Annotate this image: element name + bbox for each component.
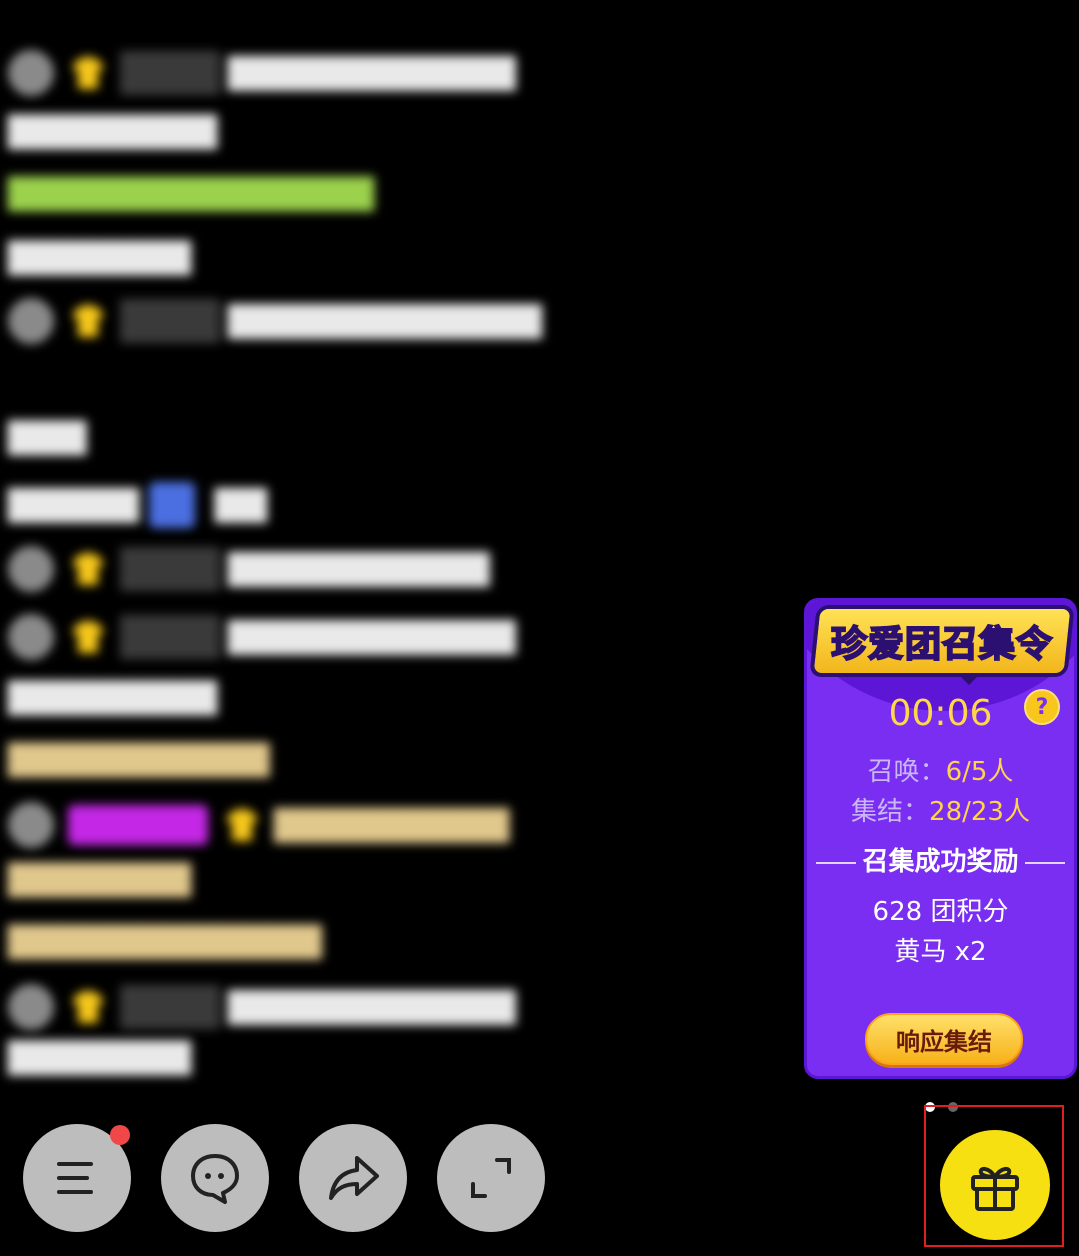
divider	[1024, 861, 1065, 864]
reward-item: 628 团积分	[872, 897, 1009, 927]
chat-message: ▇▇▇▇▇▇▇▇▇▇▇	[8, 984, 516, 1030]
blurred-username	[120, 51, 220, 95]
shirt-badge-icon	[68, 53, 108, 93]
shirt-badge-icon	[68, 549, 108, 589]
avatar	[8, 984, 54, 1030]
highlight-box	[924, 1105, 1064, 1247]
chat-message: ▇▇▇▇▇▇▇▇▇▇▇▇	[8, 920, 322, 960]
chat-message: ▇▇▇▇▇▇▇	[8, 858, 192, 898]
chat-message: ▇▇▇▇▇▇▇▇▇▇▇▇	[8, 298, 542, 344]
menu-icon	[57, 1162, 93, 1194]
chat-message: ▇▇▇	[8, 416, 87, 456]
avatar	[8, 614, 54, 660]
notification-dot	[110, 1125, 130, 1145]
blurred-username	[120, 547, 220, 591]
reward-title: 召集成功奖励	[807, 841, 1074, 878]
chat-message: ▇▇▇▇▇▇▇▇▇	[8, 802, 509, 848]
countdown-timer: 00:06	[888, 693, 993, 734]
shirt-badge-icon	[68, 617, 108, 657]
rally-title-banner: 珍爱团召集令	[809, 605, 1074, 677]
blurred-username	[120, 615, 220, 659]
chat-message: ▇▇▇▇▇▇▇▇	[8, 676, 218, 716]
chat-message: ▇▇▇▇▇▇▇▇▇▇▇	[8, 50, 516, 96]
fullscreen-icon	[471, 1158, 511, 1198]
share-button[interactable]	[299, 1124, 407, 1232]
blurred-username	[120, 985, 220, 1029]
chat-bubble-icon	[191, 1154, 239, 1204]
gather-stat: 集结：28/23人	[807, 791, 1074, 828]
summon-label: 召唤：	[867, 757, 946, 787]
chat-message: ▇▇▇▇▇▇▇▇▇▇▇	[8, 614, 516, 660]
chat-message: ▇▇▇▇▇▇▇	[8, 236, 192, 276]
chat-message: ▇▇▇▇▇▇▇▇▇▇▇▇▇▇	[8, 172, 375, 212]
level-badge-icon	[148, 482, 195, 528]
chat-message: ▇▇▇▇▇▇▇▇	[8, 110, 218, 150]
summon-stat: 召唤：6/5人	[807, 751, 1074, 788]
rally-title: 珍爱团召集令	[830, 623, 1054, 666]
reward-item: 黄马 x2	[894, 937, 987, 967]
share-arrow-icon	[329, 1156, 379, 1200]
chat-message: ▇▇▇▇▇▇▇	[8, 482, 267, 528]
respond-rally-button[interactable]: 响应集结	[865, 1013, 1023, 1065]
shirt-badge-icon	[68, 301, 108, 341]
gather-label: 集结：	[851, 797, 930, 827]
chat-message: ▇▇▇▇▇▇▇▇▇▇	[8, 738, 270, 778]
reward-title-text: 召集成功奖励	[862, 847, 1019, 877]
rally-card[interactable]: 珍爱团召集令 ? 00:06 召唤：6/5人 集结：28/23人 召集成功奖励 …	[804, 598, 1077, 1079]
avatar	[8, 546, 54, 592]
fullscreen-button[interactable]	[437, 1124, 545, 1232]
shirt-badge-icon	[222, 805, 262, 845]
divider	[816, 861, 857, 864]
chat-message: ▇▇▇▇▇▇▇	[8, 1036, 192, 1076]
avatar	[8, 802, 54, 848]
chat-message: ▇▇▇▇▇▇▇▇▇▇	[8, 546, 489, 592]
avatar	[8, 50, 54, 96]
fan-tag-badge	[68, 805, 208, 845]
shirt-badge-icon	[68, 987, 108, 1027]
summon-value: 6/5人	[945, 757, 1014, 787]
gather-value: 28/23人	[929, 797, 1030, 827]
blurred-username	[120, 299, 220, 343]
chat-button[interactable]	[161, 1124, 269, 1232]
avatar	[8, 298, 54, 344]
banner-tail	[957, 673, 981, 685]
